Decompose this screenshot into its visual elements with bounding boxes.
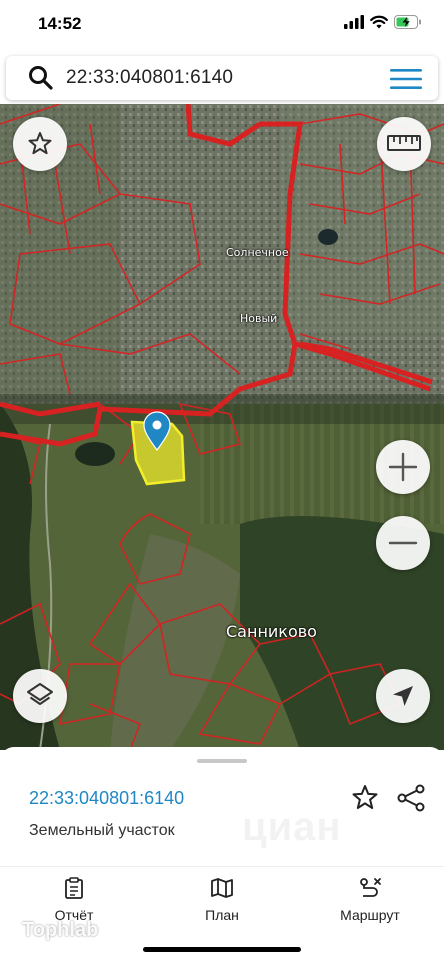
tab-report[interactable]: Отчёт [14,877,134,923]
battery-charging-icon [394,15,421,29]
star-icon [28,132,52,155]
map-icon [211,878,233,898]
sheet-drag-handle[interactable] [197,759,247,763]
tab-route[interactable]: Маршрут [310,877,430,923]
hamburger-menu-icon[interactable] [390,69,422,89]
favorite-button[interactable] [13,117,67,171]
minus-icon [388,541,418,545]
zoom-out-button[interactable] [376,516,430,570]
cian-watermark: циан [242,805,342,849]
status-time: 14:52 [38,14,82,33]
wifi-icon [370,15,388,29]
home-indicator[interactable] [143,947,301,952]
cellular-signal-icon [344,15,364,29]
tab-route-label: Маршрут [340,907,400,923]
status-bar: 14:52 [0,0,444,48]
layers-icon [27,683,53,705]
tab-plan[interactable]: План [162,877,282,923]
status-icons [344,15,422,29]
tab-plan-label: План [205,907,239,923]
add-favorite-star-icon[interactable] [350,783,380,813]
plus-icon [388,452,418,482]
report-icon [65,877,83,899]
ruler-button[interactable] [377,117,431,171]
map-label-sannikovo: Санниково [226,622,317,641]
search-icon[interactable] [28,65,54,91]
map-imagery [0,104,444,750]
search-input[interactable]: 22:33:040801:6140 [66,67,233,89]
navigation-arrow-icon [393,686,413,706]
corner-watermark: Tophlab [22,919,99,941]
search-bar[interactable]: 22:33:040801:6140 [6,56,438,100]
cadastral-number: 22:33:040801:6140 [29,788,185,808]
route-icon [360,878,381,897]
parcel-info-sheet[interactable]: циан 22:33:040801:6140 Земельный участок [0,747,444,867]
object-type: Земельный участок [29,822,175,839]
map-label-novyi: Новый [240,312,278,325]
layers-button[interactable] [13,669,67,723]
locate-me-button[interactable] [376,669,430,723]
satellite-map[interactable]: Солнечное Новый Санниково [0,104,444,750]
bottom-tab-bar: Отчёт План Маршрут Tophlab [0,866,444,960]
zoom-in-button[interactable] [376,440,430,494]
ruler-icon [387,135,421,151]
map-label-solnechnoe: Солнечное [226,246,289,259]
share-icon[interactable] [396,783,426,813]
